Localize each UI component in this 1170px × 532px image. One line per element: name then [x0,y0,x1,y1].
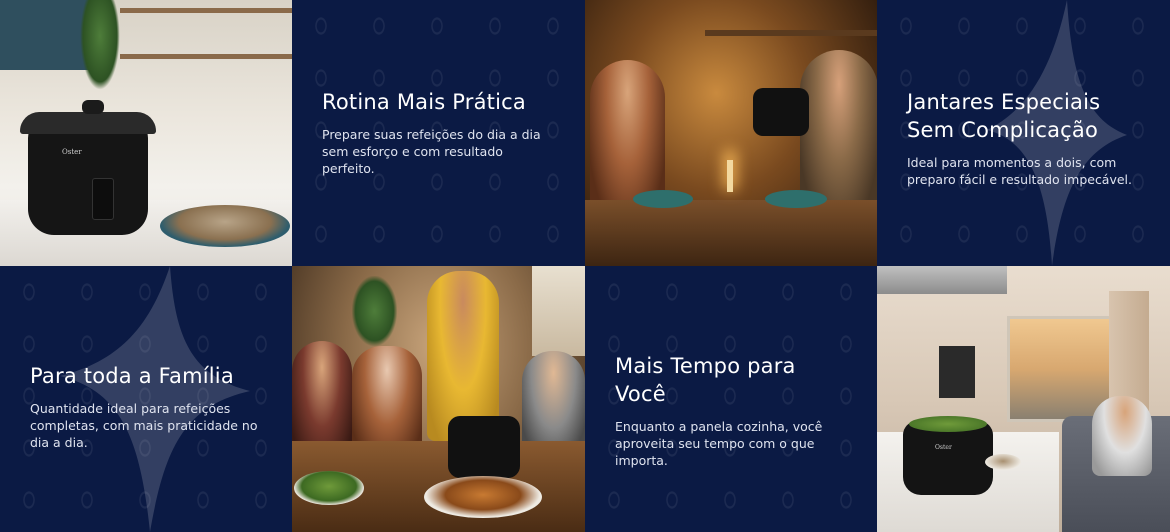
rice-cooker-lid [20,112,156,134]
rice-cooker [903,421,993,495]
candle [727,160,733,192]
brand-label: Oster [62,148,82,156]
living-room-relax-photo: Oster [877,266,1170,532]
family-meal-photo [292,266,585,532]
dinner-plate [633,190,693,208]
feature-title: Para toda a Família [30,364,234,388]
feature-description: Prepare suas refeições do dia a dia sem … [322,127,541,176]
rice-cooker-food-top [909,416,987,432]
feature-text: Jantares Especiais Sem Complicação Ideal… [907,88,1140,188]
feature-tile-familia: Para toda a Família Quantidade ideal par… [0,266,292,532]
feature-tile-rotina: Rotina Mais Prática Prepare suas refeiçõ… [292,0,585,266]
wall-shelf [120,54,292,59]
feature-tile-jantares: Jantares Especiais Sem Complicação Ideal… [877,0,1170,266]
person-relaxing [1092,396,1152,476]
kitchen-rice-cooker-photo: Oster [0,0,292,266]
feature-title: Jantares Especiais Sem Complicação [907,90,1101,142]
wall-shelf [705,30,877,36]
feature-title: Rotina Mais Prática [322,90,526,114]
tv-screen [939,346,975,398]
feature-description: Quantidade ideal para refeições completa… [30,401,258,450]
table [585,200,877,266]
rice-cooker [448,416,520,478]
rice-cooker-handle [82,100,104,114]
food-bowl [985,454,1021,470]
salad-bowl [294,471,364,505]
brand-label: Oster [935,444,952,451]
feature-description: Enquanto a panela cozinha, você aproveit… [615,419,823,468]
feature-grid: Oster Rotina Mais Prática Prepare suas r… [0,0,1170,532]
person-grandfather [522,351,585,451]
control-panel [92,178,114,220]
rice-cooker [28,120,148,235]
feature-text: Para toda a Família Quantidade ideal par… [30,362,262,451]
plant [80,0,120,90]
roast-chicken-plate [424,476,542,518]
couple-dinner-photo [585,0,877,266]
feature-text: Mais Tempo para Você Enquanto a panela c… [615,352,847,469]
feature-tile-tempo: Mais Tempo para Você Enquanto a panela c… [585,266,877,532]
feature-title: Mais Tempo para Você [615,354,796,406]
dinner-plate [765,190,827,208]
plant [352,276,397,346]
person-grandmother [352,346,422,456]
wall-shelf [120,8,292,13]
feature-description: Ideal para momentos a dois, com preparo … [907,155,1133,187]
window [532,266,585,356]
feature-text: Rotina Mais Prática Prepare suas refeiçõ… [322,88,555,177]
range-hood [877,266,1007,294]
rice-cooker [753,88,809,136]
food-bowl [160,205,290,247]
